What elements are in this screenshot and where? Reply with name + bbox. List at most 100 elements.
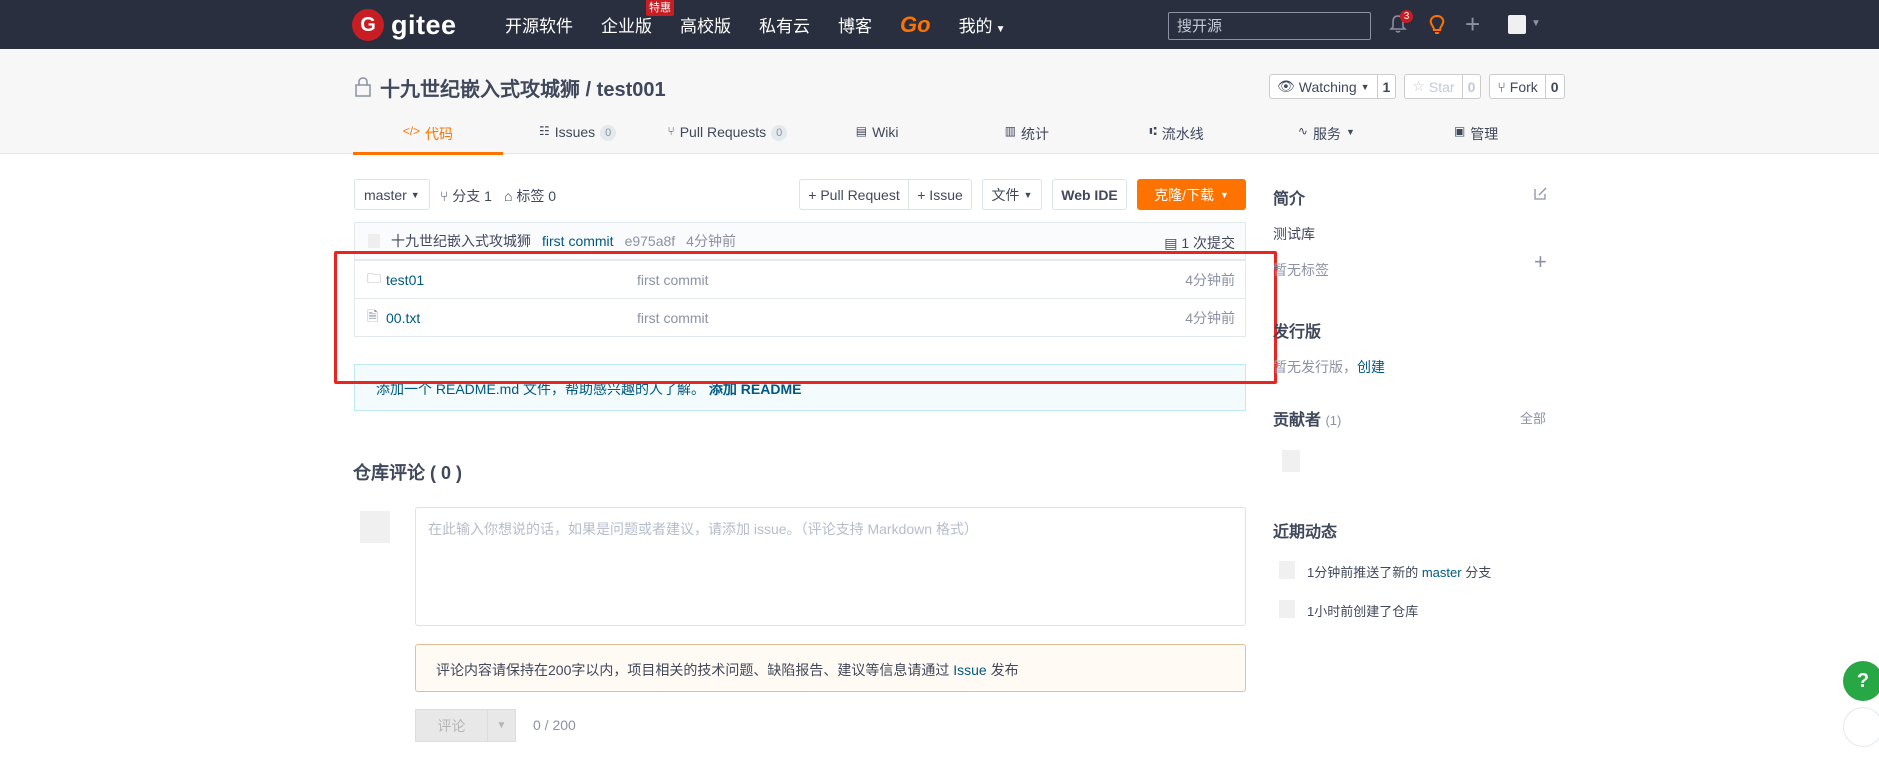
add-tag-icon[interactable]: +	[1534, 251, 1547, 273]
nav-mine[interactable]: 我的 ▼	[959, 12, 1006, 37]
chevron-down-icon[interactable]: ▼	[488, 709, 516, 742]
commit-time: 4分钟前	[686, 233, 736, 249]
repo-action-buttons: 👁 Watching ▼ 1 ☆ Star 0 ⑂ Fork 0	[1269, 74, 1565, 99]
submit-group: 评论 ▼	[415, 709, 516, 742]
star-label: Star	[1428, 78, 1455, 95]
watching-label: Watching	[1298, 78, 1357, 95]
tab-service-label: 服务	[1312, 126, 1341, 142]
file-dropdown-button[interactable]: 文件 ▼	[982, 179, 1042, 210]
issue-link[interactable]: Issue	[953, 662, 986, 678]
no-tags-text: 暂无标签	[1273, 262, 1329, 278]
web-ide-button[interactable]: Web IDE	[1052, 179, 1127, 210]
nav-open-source[interactable]: 开源软件	[505, 12, 573, 37]
fork-count[interactable]: 0	[1546, 75, 1564, 98]
tab-stats-label: 统计	[1021, 126, 1050, 142]
feedback-button[interactable]	[1843, 707, 1879, 747]
main-nav: 开源软件 企业版 特惠 高校版 私有云 博客 Go 我的 ▼	[505, 0, 1005, 49]
watching-button[interactable]: 👁 Watching ▼ 1	[1269, 74, 1397, 99]
notice-text-end: 发布	[986, 662, 1019, 678]
tab-pipeline-label: 流水线	[1161, 126, 1204, 142]
lightbulb-icon[interactable]	[1428, 14, 1446, 36]
chevron-down-icon: ▼	[1360, 81, 1370, 92]
intro-title: 简介	[1273, 191, 1306, 208]
code-icon: </>	[402, 124, 421, 138]
all-contributors-link[interactable]: 全部	[1520, 408, 1546, 427]
tab-stats[interactable]: ▥ 统计	[952, 118, 1102, 154]
releases-info: 暂无发行版，创建	[1273, 357, 1385, 377]
highlight-box	[334, 251, 1277, 384]
nav-university[interactable]: 高校版	[680, 12, 731, 37]
commit-author[interactable]: 十九世纪嵌入式攻城狮	[391, 231, 531, 251]
tab-service[interactable]: ∿ 服务 ▼	[1252, 118, 1402, 154]
no-releases-text: 暂无发行版，	[1273, 359, 1357, 375]
tab-wiki[interactable]: ▤ Wiki	[802, 118, 952, 154]
chevron-down-icon: ▼	[995, 24, 1006, 35]
repo-description: 测试库	[1273, 226, 1315, 242]
branch-info: ⑂ 分支 1 ⌂ 标签 0	[440, 186, 556, 206]
star-icon: ☆	[1412, 78, 1425, 94]
tab-issues[interactable]: ☷ Issues 0	[503, 118, 653, 154]
avatar[interactable]	[368, 234, 380, 248]
nav-enterprise-label: 企业版	[601, 17, 652, 36]
activity-title: 近期动态	[1273, 524, 1338, 541]
file-label: 文件	[991, 186, 1020, 203]
plus-icon[interactable]: +	[1465, 11, 1480, 37]
commit-count-link[interactable]: ▤ 1 次提交	[1164, 233, 1235, 253]
clone-label: 克隆/下载	[1154, 186, 1214, 203]
service-icon: ∿	[1297, 124, 1308, 138]
pipeline-icon: ⑆	[1149, 124, 1157, 138]
repo-path[interactable]: 十九世纪嵌入式攻城狮 / test001	[380, 73, 666, 102]
nav-enterprise[interactable]: 企业版 特惠	[601, 0, 674, 37]
logo-text: gitee	[391, 9, 457, 40]
tags-link[interactable]: ⌂ 标签 0	[504, 186, 556, 206]
tab-code[interactable]: </> 代码	[353, 118, 503, 155]
nav-go[interactable]: Go	[900, 12, 931, 38]
commit-hash[interactable]: e975a8f	[625, 233, 676, 249]
chevron-down-icon: ▼	[1345, 127, 1355, 137]
avatar[interactable]	[1282, 450, 1300, 472]
releases-title: 发行版	[1273, 324, 1322, 341]
help-button[interactable]: ?	[1843, 661, 1879, 701]
user-avatar[interactable]	[1508, 15, 1526, 34]
search-input[interactable]	[1168, 12, 1371, 40]
tab-pipeline[interactable]: ⑆ 流水线	[1102, 118, 1252, 154]
avatar	[360, 511, 390, 543]
char-count: 0 / 200	[533, 717, 576, 733]
clone-download-button[interactable]: 克隆/下载 ▼	[1137, 179, 1246, 210]
tags-label: 标签 0	[516, 188, 557, 204]
commit-message[interactable]: first commit	[542, 233, 614, 249]
watching-count[interactable]: 1	[1378, 75, 1396, 98]
nav-blog[interactable]: 博客	[838, 12, 872, 37]
submit-comment-button[interactable]: 评论	[415, 709, 488, 742]
tab-pull-requests[interactable]: ⑂ Pull Requests 0	[653, 118, 803, 154]
branches-link[interactable]: ⑂ 分支 1	[440, 186, 492, 206]
new-issue-button[interactable]: + Issue	[908, 179, 972, 210]
fork-button[interactable]: ⑂ Fork 0	[1489, 74, 1565, 99]
star-count[interactable]: 0	[1463, 75, 1481, 98]
star-button[interactable]: ☆ Star 0	[1404, 74, 1482, 99]
chevron-down-icon: ▼	[410, 189, 420, 200]
new-pull-request-button[interactable]: + Pull Request	[799, 179, 909, 210]
manage-icon: ▣	[1453, 124, 1466, 138]
issues-icon: ☷	[538, 124, 550, 138]
tab-pr-label: Pull Requests	[679, 124, 767, 140]
commit-count: 1 次提交	[1181, 235, 1235, 251]
repo-tabs: </> 代码 ☷ Issues 0 ⑂ Pull Requests 0 ▤ Wiki ▥ 统计…	[353, 118, 1551, 155]
comment-input[interactable]	[415, 507, 1246, 626]
branch-name: master	[364, 186, 407, 203]
tab-manage[interactable]: ▣ 管理	[1401, 118, 1551, 154]
gitee-logo[interactable]: G gitee	[352, 9, 457, 41]
edit-icon[interactable]	[1533, 186, 1548, 201]
nav-private-cloud[interactable]: 私有云	[759, 12, 810, 37]
lock-icon	[355, 77, 371, 97]
tab-code-label: 代码	[425, 126, 454, 142]
branch-link[interactable]: master	[1422, 565, 1462, 580]
branch-selector[interactable]: master ▼	[354, 179, 430, 210]
stats-icon: ▥	[1004, 124, 1017, 138]
create-release-link[interactable]: 创建	[1357, 359, 1385, 375]
branch-icon: ⑂	[440, 188, 453, 204]
pull-request-icon: ⑂	[667, 124, 675, 138]
activity-text: 1分钟前推送了新的	[1307, 565, 1422, 580]
tab-wiki-label: Wiki	[872, 124, 899, 140]
chevron-down-icon[interactable]: ▼	[1531, 18, 1541, 29]
